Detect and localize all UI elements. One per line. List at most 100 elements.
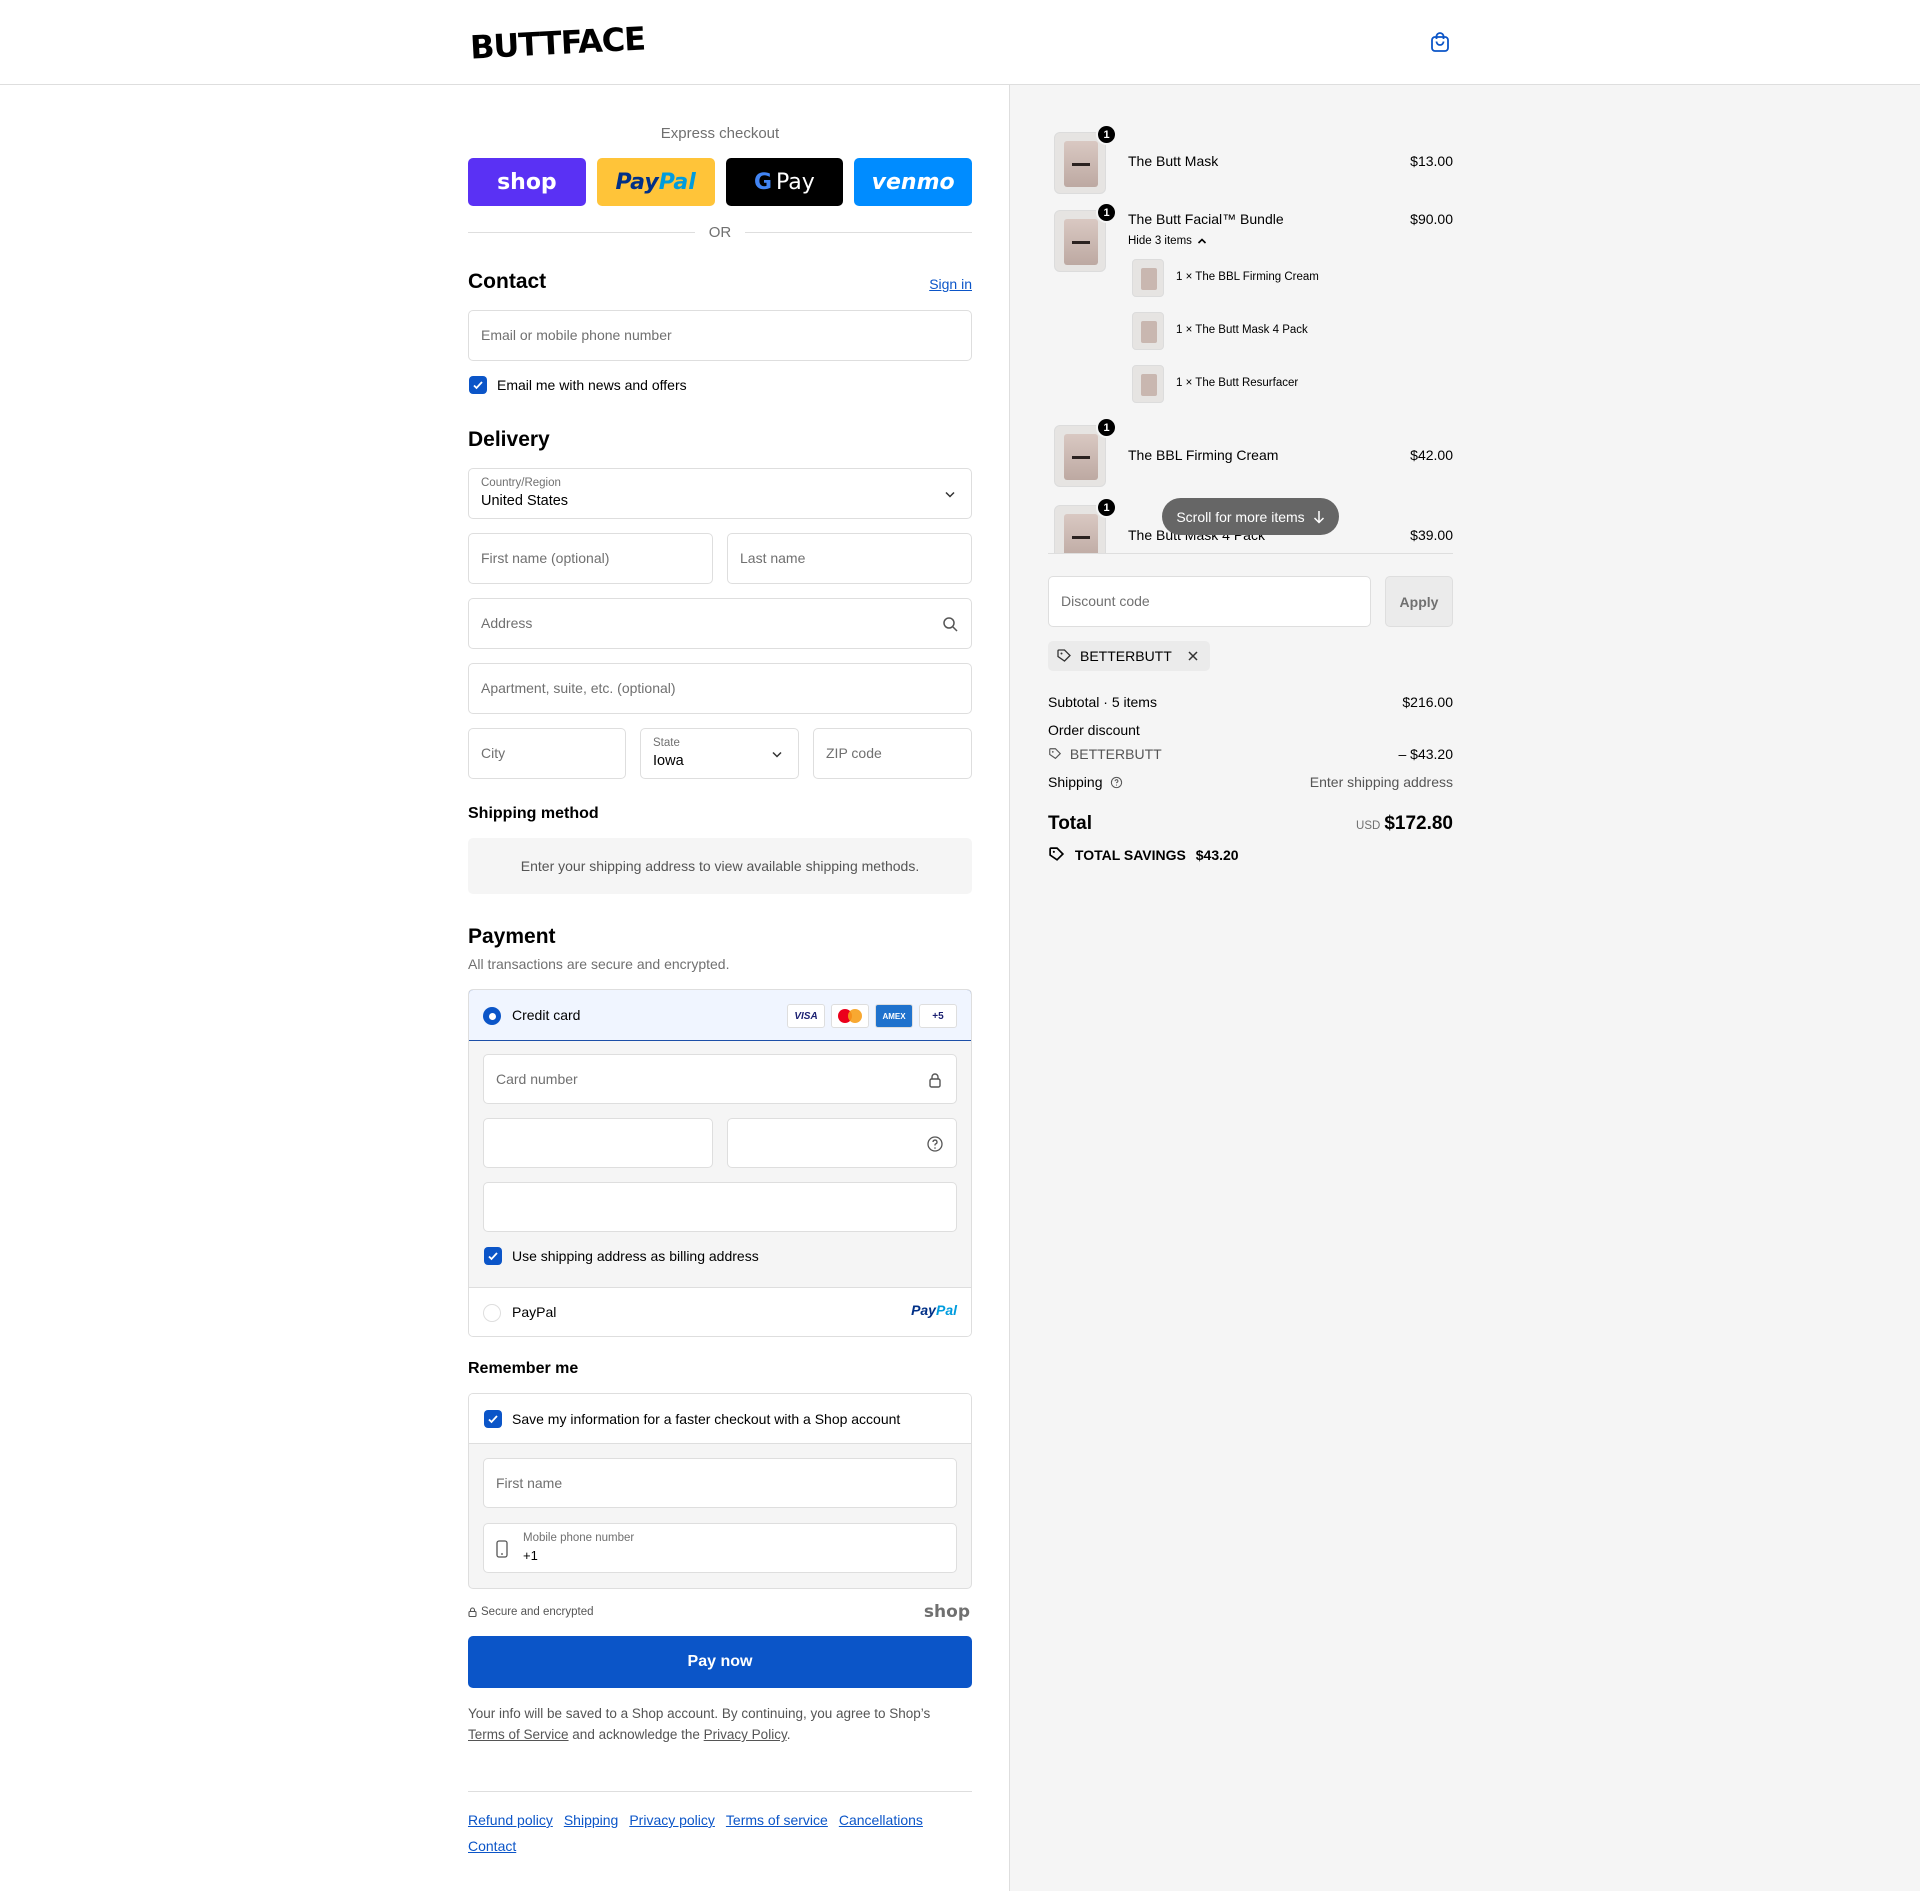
google-pay-button[interactable]: G Pay <box>725 158 844 206</box>
arrow-down-icon <box>1313 510 1324 524</box>
total-row: Total USD $172.80 <box>1048 813 1453 839</box>
legal-text-2: and acknowledge the <box>572 1727 700 1742</box>
card-number-field[interactable]: Card number <box>483 1054 957 1104</box>
save-info-checkbox[interactable] <box>484 1410 502 1428</box>
cart-icon[interactable] <box>1428 30 1452 54</box>
search-icon <box>943 617 958 632</box>
country-label: Country/Region <box>481 477 561 489</box>
credit-card-option[interactable]: Credit card VISA AMEX +5 <box>469 990 971 1041</box>
legal-text: Your info will be saved to a Shop accoun… <box>468 1703 972 1745</box>
help-circle-icon[interactable] <box>926 1135 944 1153</box>
footer-divider <box>468 1791 972 1792</box>
hide-items-label: Hide 3 items <box>1128 235 1192 247</box>
country-select[interactable]: Country/Region United States <box>468 468 972 519</box>
name-on-card-field[interactable] <box>483 1182 957 1232</box>
scroll-for-more-button[interactable]: Scroll for more items <box>1162 498 1339 535</box>
order-discount-row: Order discount <box>1048 722 1453 738</box>
security-code-field[interactable] <box>727 1118 957 1168</box>
paypal-pal-text: Pal <box>658 169 696 195</box>
applied-code-label: BETTERBUTT <box>1080 648 1172 664</box>
tag-icon <box>1049 847 1065 861</box>
first-name-field[interactable]: First name (optional) <box>468 533 713 584</box>
lock-icon <box>468 1607 477 1617</box>
gpay-text: Pay <box>776 169 815 195</box>
items-divider <box>1048 553 1453 554</box>
help-circle-icon[interactable] <box>1110 776 1123 789</box>
refund-policy-link[interactable]: Refund policy <box>468 1812 553 1828</box>
address-field[interactable]: Address <box>468 598 972 649</box>
terms-of-service-footer-link[interactable]: Terms of service <box>726 1812 828 1828</box>
phone-label: Mobile phone number <box>523 1532 635 1544</box>
state-select[interactable]: State Iowa <box>640 728 799 779</box>
city-placeholder: City <box>481 745 506 761</box>
country-value: United States <box>481 493 569 509</box>
total-value: $172.80 <box>1384 813 1453 834</box>
item-price: $90.00 <box>1410 211 1453 227</box>
newsletter-label: Email me with news and offers <box>497 377 687 393</box>
city-field[interactable]: City <box>468 728 626 779</box>
shop-pay-button[interactable]: shop <box>468 158 586 206</box>
newsletter-checkbox[interactable] <box>469 376 487 394</box>
total-savings-value: $43.20 <box>1195 847 1239 863</box>
secure-text: Secure and encrypted <box>468 1606 594 1618</box>
sign-in-link[interactable]: Sign in <box>929 276 972 292</box>
zip-field[interactable]: ZIP code <box>813 728 972 779</box>
shipping-method-heading: Shipping method <box>468 805 599 822</box>
credit-card-radio[interactable] <box>483 1007 501 1025</box>
express-checkout-title: Express checkout <box>660 125 780 142</box>
cancellations-link[interactable]: Cancellations <box>839 1812 923 1828</box>
quantity-badge: 1 <box>1096 124 1117 145</box>
address-placeholder: Address <box>481 615 533 631</box>
chevron-down-icon <box>772 751 782 758</box>
card-number-placeholder: Card number <box>496 1071 578 1087</box>
close-icon[interactable] <box>1186 649 1200 663</box>
chevron-up-icon <box>1197 238 1206 244</box>
item-price: $42.00 <box>1410 447 1453 463</box>
total-savings-label: TOTAL SAVINGS <box>1074 847 1186 863</box>
subtotal-row: Subtotal · 5 items $216.00 <box>1048 694 1453 710</box>
billing-address-label: Use shipping address as billing address <box>512 1248 759 1264</box>
apply-discount-button[interactable]: Apply <box>1385 576 1453 627</box>
pay-now-button[interactable]: Pay now <box>468 1636 972 1688</box>
secure-label: Secure and encrypted <box>481 1606 594 1618</box>
paypal-logo-pay: Pay <box>911 1302 936 1318</box>
expiration-field[interactable] <box>483 1118 713 1168</box>
privacy-policy-link[interactable]: Privacy Policy <box>704 1727 787 1742</box>
tag-icon <box>1057 649 1071 662</box>
phone-value: +1 <box>523 1548 538 1563</box>
mobile-phone-field[interactable]: Mobile phone number +1 <box>483 1523 957 1573</box>
privacy-policy-footer-link[interactable]: Privacy policy <box>629 1812 715 1828</box>
paypal-button[interactable]: Pay Pal <box>596 158 715 206</box>
bundle-item: 1 × The Butt Resurfacer <box>1176 377 1299 389</box>
paypal-radio[interactable] <box>483 1304 501 1322</box>
contact-link[interactable]: Contact <box>468 1838 516 1854</box>
billing-address-checkbox[interactable] <box>484 1247 502 1265</box>
apartment-field[interactable]: Apartment, suite, etc. (optional) <box>468 663 972 714</box>
shipping-link[interactable]: Shipping <box>564 1812 619 1828</box>
item-name: The Butt Mask <box>1128 153 1219 169</box>
credit-card-label: Credit card <box>512 1007 581 1023</box>
express-checkout-buttons: shop Pay Pal G Pay venmo <box>468 158 972 206</box>
first-name-placeholder: First name (optional) <box>481 550 610 566</box>
email-field[interactable]: Email or mobile phone number <box>468 310 972 361</box>
payment-subtitle: All transactions are secure and encrypte… <box>468 956 730 972</box>
checkmark-icon <box>488 1415 498 1424</box>
legal-text-1: Your info will be saved to a Shop accoun… <box>468 1706 931 1721</box>
paypal-logo-pal: Pal <box>935 1302 957 1318</box>
currency-code: USD <box>1356 820 1381 832</box>
mastercard-icon <box>831 1004 869 1028</box>
checkmark-icon <box>488 1252 498 1261</box>
or-divider: OR <box>468 222 972 242</box>
terms-of-service-link[interactable]: Terms of Service <box>468 1727 569 1742</box>
hide-items-toggle[interactable]: Hide 3 items <box>1128 235 1207 247</box>
shop-first-name-placeholder: First name <box>496 1475 563 1491</box>
last-name-field[interactable]: Last name <box>727 533 972 584</box>
discount-code-field[interactable]: Discount code <box>1048 576 1371 627</box>
last-name-placeholder: Last name <box>740 550 806 566</box>
contact-heading: Contact <box>468 270 547 293</box>
paypal-option[interactable]: PayPal PayPal <box>469 1287 971 1336</box>
brand-logo[interactable]: BUTTFACE <box>469 19 646 66</box>
shop-first-name-field[interactable]: First name <box>483 1458 957 1508</box>
venmo-button[interactable]: venmo <box>854 158 972 206</box>
remember-me-heading: Remember me <box>468 1360 579 1377</box>
